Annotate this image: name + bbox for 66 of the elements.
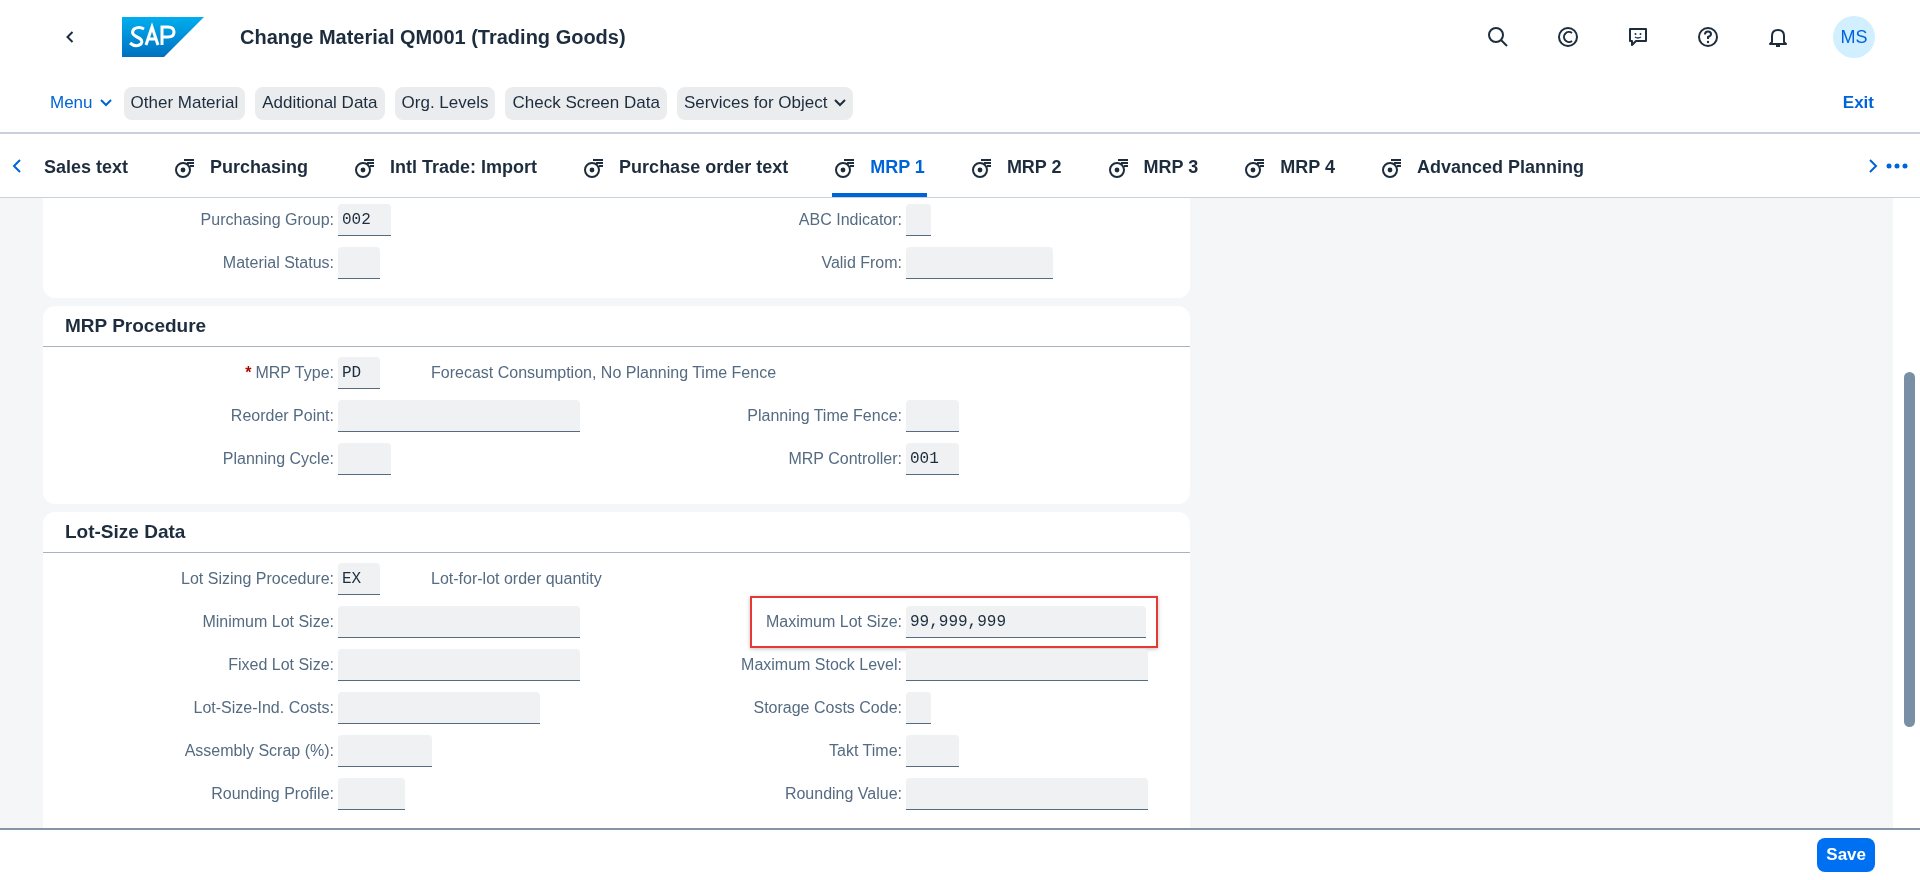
toolbar-button[interactable]: Additional Data xyxy=(255,86,385,120)
input-field[interactable] xyxy=(338,691,540,724)
tab[interactable]: Purchase order text xyxy=(581,134,791,197)
tab[interactable]: Purchasing xyxy=(172,134,311,197)
field-label: Lot Sizing Procedure: xyxy=(180,569,335,588)
field-label: Maximum Lot Size: xyxy=(765,612,902,631)
input-field[interactable] xyxy=(338,246,380,279)
caret-icon xyxy=(99,99,112,107)
field-label: * MRP Type: xyxy=(244,363,335,382)
input-field[interactable]: 001 xyxy=(906,442,959,475)
input-field[interactable]: 002 xyxy=(338,203,391,236)
field-label: Rounding Value: xyxy=(784,784,902,803)
input-field[interactable]: PD xyxy=(338,356,380,389)
back-icon[interactable] xyxy=(66,31,74,43)
input-field[interactable] xyxy=(906,203,931,236)
field-label: Purchasing Group: xyxy=(199,210,335,229)
tab[interactable]: Sales text xyxy=(42,134,131,197)
input-field[interactable] xyxy=(338,648,580,681)
section-title: Lot-Size Data xyxy=(65,521,186,543)
input-field[interactable] xyxy=(906,246,1053,279)
toolbar-button[interactable]: Services for Object xyxy=(676,86,853,120)
toolbar-button[interactable]: Other Material xyxy=(123,86,246,120)
input-field[interactable]: 99,999,999 xyxy=(906,605,1146,638)
field-label: Takt Time: xyxy=(829,741,902,760)
field-label: ABC Indicator: xyxy=(798,210,902,229)
input-field[interactable] xyxy=(338,605,580,638)
input-field[interactable] xyxy=(906,691,931,724)
field-label: Lot-Size-Ind. Costs: xyxy=(192,698,335,717)
menu-button[interactable]: Menu xyxy=(50,93,112,113)
input-field[interactable] xyxy=(906,399,959,432)
tab[interactable]: Advanced Planning xyxy=(1378,134,1586,197)
input-field[interactable]: EX xyxy=(338,562,380,595)
input-field[interactable] xyxy=(338,442,391,475)
exit-button[interactable]: Exit xyxy=(1842,93,1874,113)
input-field[interactable] xyxy=(906,734,959,767)
tab[interactable]: MRP 2 xyxy=(968,134,1064,197)
field-label: Minimum Lot Size: xyxy=(201,612,335,631)
field-label: Fixed Lot Size: xyxy=(227,655,335,674)
input-field[interactable] xyxy=(906,777,1148,810)
scrollbar-thumb[interactable] xyxy=(1904,372,1915,727)
field-label: Reorder Point: xyxy=(229,406,335,425)
field-label: Maximum Stock Level: xyxy=(741,655,902,674)
input-field[interactable] xyxy=(906,648,1148,681)
field-label: Material Status: xyxy=(221,253,335,272)
logo-icon xyxy=(122,17,204,57)
field-label: Rounding Profile: xyxy=(210,784,335,803)
tab[interactable]: MRP 3 xyxy=(1105,134,1201,197)
input-field[interactable] xyxy=(338,734,432,767)
field-label: Storage Costs Code: xyxy=(753,698,902,717)
input-field[interactable] xyxy=(338,399,580,432)
tab[interactable]: Intl Trade: Import xyxy=(352,134,540,197)
tab[interactable]: MRP 4 xyxy=(1242,134,1337,197)
toolbar-button[interactable]: Check Screen Data xyxy=(505,86,667,120)
input-field[interactable] xyxy=(338,777,405,810)
toolbar-button[interactable]: Org. Levels xyxy=(394,86,496,120)
section-title: MRP Procedure xyxy=(65,315,207,337)
save-button[interactable]: Save xyxy=(1817,838,1875,872)
field-label: Planning Time Fence: xyxy=(747,406,902,425)
field-description: Forecast Consumption, No Planning Time Fence xyxy=(431,363,777,382)
field-description: Lot-for-lot order quantity xyxy=(431,569,602,588)
field-label: Planning Cycle: xyxy=(221,449,335,468)
user-avatar[interactable]: MS xyxy=(1833,16,1875,58)
field-label: Valid From: xyxy=(821,253,902,272)
field-label: Assembly Scrap (%): xyxy=(183,741,335,760)
field-label: MRP Controller: xyxy=(788,449,902,468)
page-title: Change Material QM001 (Trading Goods) xyxy=(240,25,626,49)
